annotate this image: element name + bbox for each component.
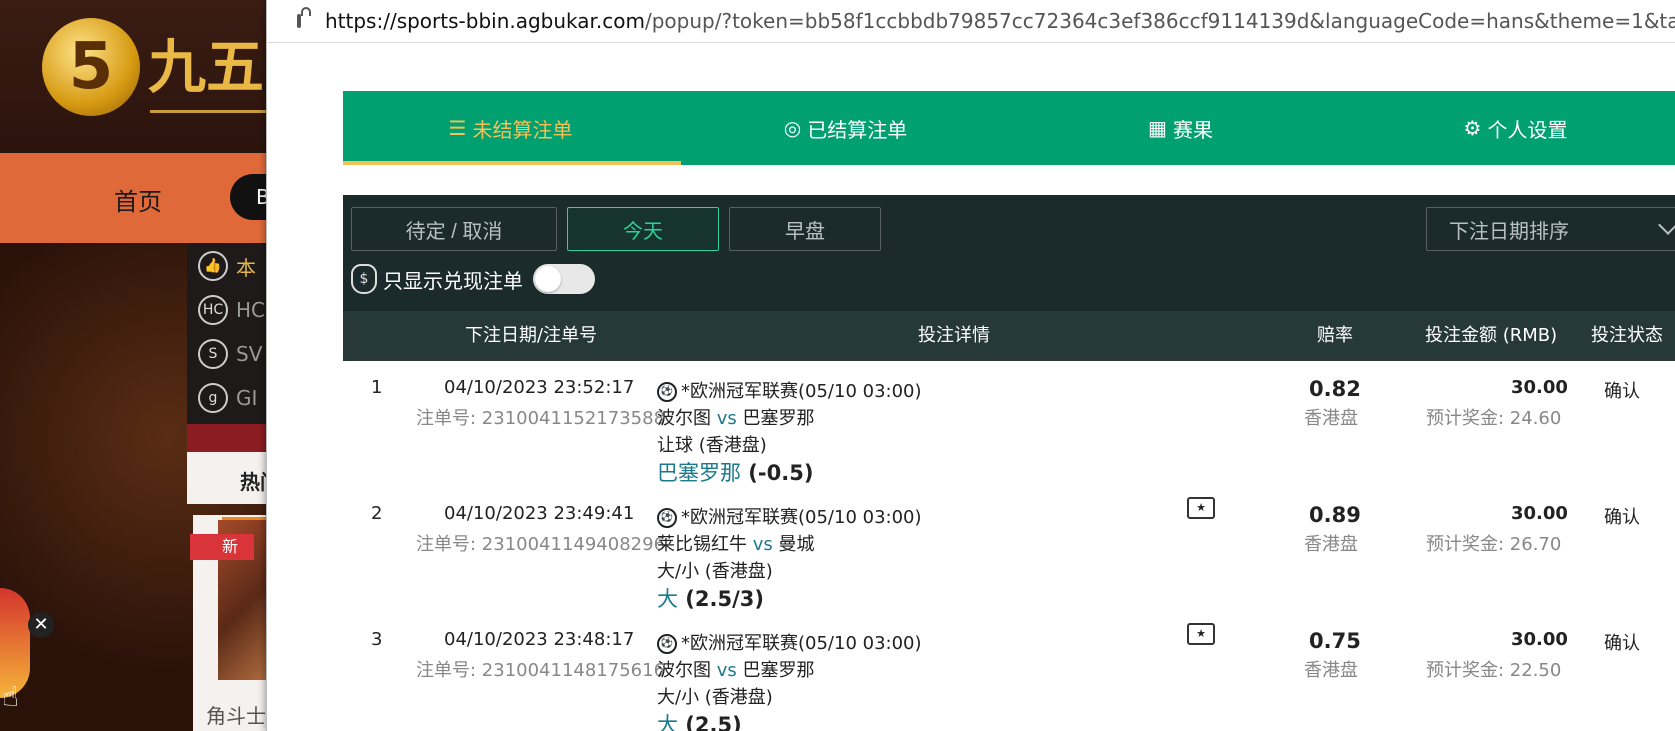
soccer-ball-icon: ⚽ [657,508,677,528]
sort-dropdown[interactable]: 下注日期排序 [1426,207,1675,251]
ticket-number: 注单号: 2310041149408296 [416,534,666,555]
scoreboard-icon: ▦ [1148,116,1167,140]
header-amount: 投注金额 (RMB) [1425,325,1558,346]
header-status: 投注状态 [1591,325,1663,346]
side-item-label: 本 [236,255,256,280]
soccer-ball-icon: ⚽ [657,634,677,654]
odds-type: 香港盘 [1304,408,1358,429]
lock-icon[interactable] [297,7,311,28]
odds-type: 香港盘 [1304,534,1358,555]
cashout-label: 只显示兑现注单 [383,268,523,293]
hc-icon: HC [198,295,228,325]
g-icon: g [198,383,228,413]
market-type: 大/小 (香港盘) [657,687,773,708]
side-item-label: HC [236,298,266,322]
chevron-down-icon [1658,215,1675,235]
filter-pending-button[interactable]: 待定 / 取消 [351,207,557,251]
side-item-label: GI [236,386,258,410]
table-row[interactable]: 2 04/10/2023 23:49:41 注单号: 2310041149408… [343,487,1675,614]
site-logo-text: 九五 [148,33,265,101]
new-badge: 新 [190,534,254,560]
potential-win: 预计奖金: 26.70 [1426,534,1562,555]
filter-today-button[interactable]: 今天 [567,207,719,251]
cashout-toggle[interactable] [533,264,595,294]
side-item-label: SV [236,342,263,366]
table-header: 下注日期/注单号 投注详情 赔率 投注金额 (RMB) 投注状态 [343,311,1675,361]
ticket-number: 注单号: 2310041148175616 [416,660,666,681]
table-row[interactable]: 1 04/10/2023 23:52:17 注单号: 2310041152173… [343,361,1675,488]
league-name: ⚽ *欧洲冠军联赛(05/10 03:00) [657,629,922,655]
tab-label: 赛果 [1172,117,1213,142]
bet-status: 确认 [1604,507,1640,528]
bet-status: 确认 [1604,381,1640,402]
sw-icon: S [198,339,228,369]
bet-datetime: 04/10/2023 23:48:17 [444,629,635,650]
row-index: 2 [371,503,383,524]
potential-win: 预计奖金: 24.60 [1426,408,1562,429]
close-icon[interactable]: ✕ [28,612,54,638]
stake-amount: 30.00 [1511,629,1568,650]
money-bag-icon: $ [351,264,377,294]
list-icon: ☰ [448,116,467,140]
nav-home-link[interactable]: 首页 [114,182,162,217]
game-card-caption: 角斗士 [206,704,266,728]
bet-datetime: 04/10/2023 23:52:17 [444,377,635,398]
thumbs-up-icon: 👍 [198,251,228,281]
bet-status: 确认 [1604,633,1640,654]
popup-window: https://sports-bbin.agbukar.com/popup/?t… [266,0,1675,731]
filter-early-button[interactable]: 早盘 [729,207,881,251]
tab-results[interactable]: ▦ 赛果 [1013,91,1348,165]
header-date: 下注日期/注单号 [465,325,598,346]
market-type: 大/小 (香港盘) [657,561,773,582]
live-stream-icon[interactable]: ★ [1187,497,1215,519]
cashout-filter: $ 只显示兑现注单 [351,261,595,297]
bet-datetime: 04/10/2023 23:49:41 [444,503,635,524]
tab-label: 个人设置 [1487,117,1568,142]
tab-settings[interactable]: ⚙ 个人设置 [1348,91,1675,165]
bet-selection: 大 (2.5/3) [657,587,764,611]
odds-value: 0.75 [1309,629,1361,653]
tab-settled[interactable]: ◎ 已结算注单 [678,91,1013,165]
logo-divider [150,110,270,113]
coins-icon: ◎ [783,116,802,140]
match-teams: 波尔图 vs 巴塞罗那 [657,660,815,681]
bet-selection: 大 (2.5) [657,713,742,731]
url-text[interactable]: https://sports-bbin.agbukar.com/popup/?t… [325,9,1675,33]
site-logo[interactable]: 5 [42,18,140,116]
ticket-number: 注单号: 2310041152173588 [416,408,666,429]
header-details: 投注详情 [918,325,990,346]
stake-amount: 30.00 [1511,503,1568,524]
odds-value: 0.82 [1309,377,1361,401]
background-website: 5 九五 首页 B 👍 本 HC HC S SV g GI 热门 新 角斗士 ✕… [0,0,280,731]
odds-type: 香港盘 [1304,660,1358,681]
pointer-hand-icon: ☝ [2,680,20,713]
live-stream-icon[interactable]: ★ [1187,623,1215,645]
tab-label: 未结算注单 [472,117,573,142]
toggle-knob [535,266,561,292]
bet-history-panel: ☰ 未结算注单 ◎ 已结算注单 ▦ 赛果 ⚙ 个人设置 待定 / 取消 今天 早… [343,91,1675,731]
row-index: 3 [371,629,383,650]
market-type: 让球 (香港盘) [657,435,767,456]
gear-icon: ⚙ [1463,116,1482,140]
sort-dropdown-value: 下注日期排序 [1449,218,1569,243]
tab-label: 已结算注单 [807,117,908,142]
stake-amount: 30.00 [1511,377,1568,398]
soccer-ball-icon: ⚽ [657,382,677,402]
league-name: ⚽ *欧洲冠军联赛(05/10 03:00) [657,377,922,403]
tab-unsettled[interactable]: ☰ 未结算注单 [343,91,681,165]
row-index: 1 [371,377,383,398]
match-teams: 波尔图 vs 巴塞罗那 [657,408,815,429]
odds-value: 0.89 [1309,503,1361,527]
table-row[interactable]: 3 04/10/2023 23:48:17 注单号: 2310041148175… [343,613,1675,731]
tab-bar: ☰ 未结算注单 ◎ 已结算注单 ▦ 赛果 ⚙ 个人设置 [343,91,1675,165]
filter-bar: 待定 / 取消 今天 早盘 下注日期排序 $ 只显示兑现注单 [343,195,1675,311]
bet-selection: 巴塞罗那 (-0.5) [657,461,814,485]
potential-win: 预计奖金: 22.50 [1426,660,1562,681]
match-teams: 莱比锡红牛 vs 曼城 [657,534,815,555]
header-odds: 赔率 [1317,325,1353,346]
league-name: ⚽ *欧洲冠军联赛(05/10 03:00) [657,503,922,529]
address-bar[interactable]: https://sports-bbin.agbukar.com/popup/?t… [267,0,1675,43]
